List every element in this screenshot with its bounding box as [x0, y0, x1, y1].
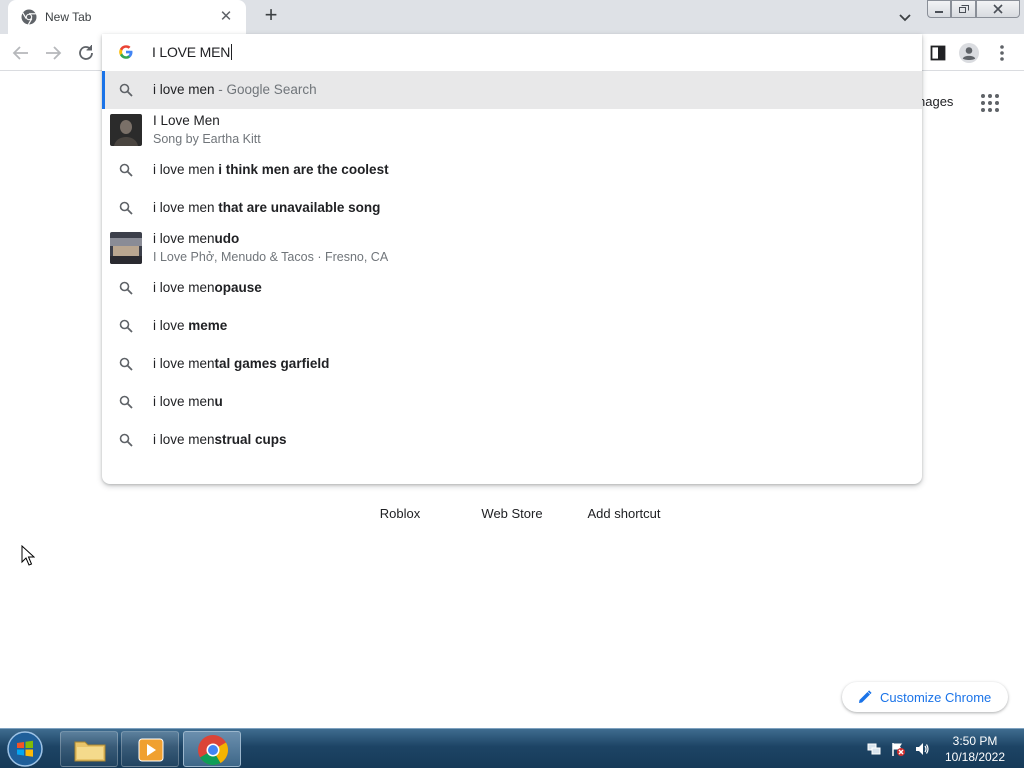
action-center-flag-icon[interactable]	[890, 741, 906, 757]
suggestion-text: i love men	[153, 394, 215, 409]
suggestion-item[interactable]: I Love Men Song by Eartha Kitt	[102, 109, 922, 151]
suggestion-item[interactable]: i love menu	[102, 383, 922, 421]
restore-icon	[958, 5, 969, 13]
suggestion-list: i love men - Google Search I Love Men So…	[102, 71, 922, 459]
suggestion-suffix: - Google Search	[214, 82, 317, 97]
tab-new-tab[interactable]: New Tab ✕	[8, 0, 246, 34]
suggestion-subtitle: I Love Phở, Menudo & Tacos · Fresno, CA	[153, 250, 389, 264]
shortcut-web-store[interactable]: Web Store	[462, 506, 562, 521]
system-clock[interactable]: 3:50 PM 10/18/2022	[936, 733, 1014, 765]
close-window-button[interactable]	[976, 0, 1020, 18]
tab-search-chevron-icon[interactable]	[894, 6, 916, 28]
windows-taskbar: 3:50 PM 10/18/2022	[0, 728, 1024, 768]
suggestion-text: i love men	[153, 356, 215, 371]
side-panel-icon[interactable]	[926, 41, 950, 65]
taskbar-media-player[interactable]	[121, 731, 179, 767]
search-icon	[119, 201, 133, 215]
customize-chrome-label: Customize Chrome	[880, 689, 992, 705]
network-tray-icon[interactable]	[866, 741, 882, 757]
suggestion-title: I Love Men	[153, 113, 220, 128]
minimize-icon	[935, 11, 943, 13]
add-shortcut-button[interactable]: Add shortcut	[574, 506, 674, 521]
suggestion-text: i love men	[153, 231, 215, 246]
suggestion-item[interactable]: i love menstrual cups	[102, 421, 922, 459]
search-icon	[119, 163, 133, 177]
suggestion-item[interactable]: i love menopause	[102, 269, 922, 307]
tab-close-icon[interactable]: ✕	[216, 7, 236, 27]
reload-icon[interactable]	[74, 41, 98, 65]
minimize-button[interactable]	[927, 0, 951, 18]
mouse-cursor-icon	[21, 545, 35, 566]
omnibox-dropdown: I LOVE MEN i love men - Google Search I …	[102, 34, 922, 484]
images-link[interactable]: nages	[918, 94, 953, 109]
taskbar-file-explorer[interactable]	[60, 731, 118, 767]
chrome-icon	[21, 9, 37, 25]
suggestion-completion: strual cups	[214, 432, 287, 447]
tab-strip: New Tab ✕ +	[0, 0, 1024, 34]
suggestion-item[interactable]: i love men that are unavailable song	[102, 189, 922, 227]
folder-icon	[74, 741, 106, 762]
suggestion-subtitle: Song by Eartha Kitt	[153, 132, 261, 146]
search-icon	[119, 83, 133, 97]
suggestion-text: i love men	[153, 200, 219, 215]
google-g-icon	[119, 45, 133, 59]
menu-dots-icon[interactable]	[990, 41, 1014, 65]
suggestion-completion: u	[214, 394, 223, 409]
suggestion-completion: opause	[214, 280, 262, 295]
suggestion-completion: that are unavailable song	[218, 200, 381, 215]
search-icon	[119, 395, 133, 409]
pencil-icon	[859, 690, 872, 703]
search-icon	[119, 357, 133, 371]
windows-start-icon[interactable]	[5, 730, 45, 768]
taskbar-chrome[interactable]	[183, 731, 241, 767]
search-icon	[119, 281, 133, 295]
suggestion-text: i love men	[153, 280, 215, 295]
new-tab-button[interactable]: +	[259, 4, 283, 28]
omnibox-input[interactable]: I LOVE MEN	[102, 34, 922, 70]
media-player-icon	[138, 738, 164, 762]
search-icon	[119, 433, 133, 447]
suggestion-completion: i think men are the coolest	[218, 162, 389, 177]
text-caret	[231, 44, 233, 60]
back-arrow-icon[interactable]	[9, 41, 33, 65]
suggestion-item[interactable]: i love men - Google Search	[102, 71, 922, 109]
profile-avatar-icon[interactable]	[957, 41, 981, 65]
suggestion-item[interactable]: i love meme	[102, 307, 922, 345]
clock-date: 10/18/2022	[944, 750, 1006, 764]
close-icon	[993, 4, 1003, 14]
suggestion-completion: tal games garfield	[214, 356, 330, 371]
suggestion-item[interactable]: i love men i think men are the coolest	[102, 151, 922, 189]
suggestion-text: i love men	[153, 82, 215, 97]
song-thumbnail	[110, 114, 142, 146]
suggestion-completion: meme	[188, 318, 228, 333]
chrome-icon	[198, 735, 228, 766]
tab-title: New Tab	[45, 10, 92, 24]
suggestion-text: i love men	[153, 432, 215, 447]
shortcut-roblox[interactable]: Roblox	[350, 506, 450, 521]
restore-button[interactable]	[951, 0, 976, 18]
place-thumbnail	[110, 232, 142, 264]
suggestion-completion: udo	[214, 231, 240, 246]
suggestion-item[interactable]: i love menudo I Love Phở, Menudo & Tacos…	[102, 227, 922, 269]
suggestion-text: i love	[153, 318, 189, 333]
forward-arrow-icon[interactable]	[41, 41, 65, 65]
suggestion-text: i love men	[153, 162, 219, 177]
volume-icon[interactable]	[914, 741, 930, 757]
google-apps-grid-icon[interactable]	[980, 93, 1000, 113]
suggestion-item[interactable]: i love mental games garfield	[102, 345, 922, 383]
customize-chrome-button[interactable]: Customize Chrome	[842, 682, 1008, 712]
omnibox-text: I LOVE MEN	[152, 44, 231, 60]
clock-time: 3:50 PM	[952, 734, 998, 748]
search-icon	[119, 319, 133, 333]
